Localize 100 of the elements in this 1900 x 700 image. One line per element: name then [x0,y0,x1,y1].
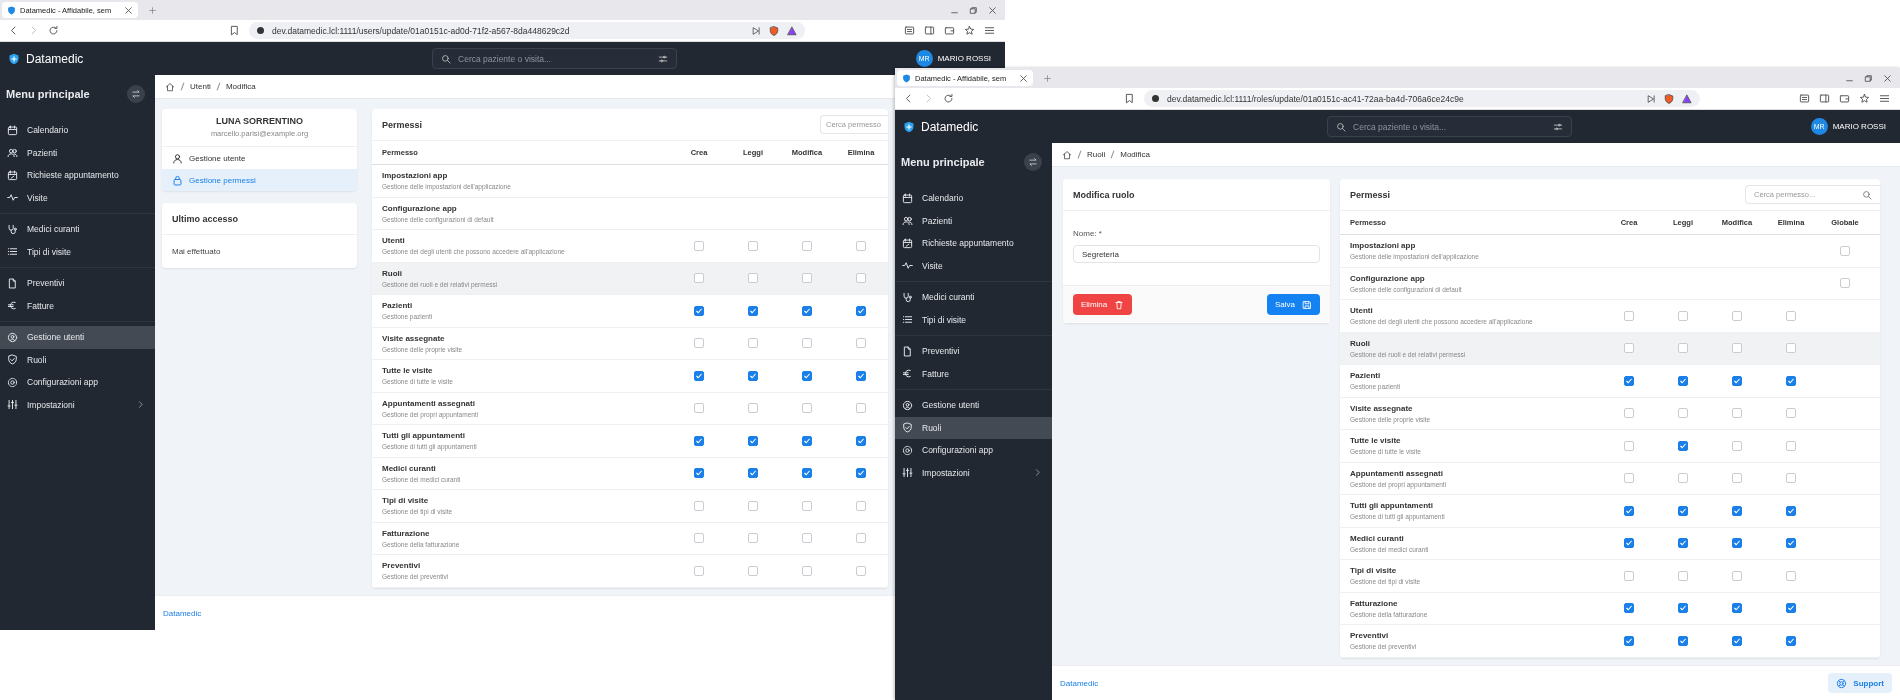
close-icon[interactable] [124,5,133,15]
checkbox[interactable] [1678,375,1688,386]
checkbox[interactable] [1678,343,1688,354]
wallet-icon[interactable] [1839,93,1850,104]
close-icon[interactable] [1019,73,1028,83]
reload-icon[interactable] [48,25,59,36]
checkbox[interactable] [1732,408,1742,419]
checkbox[interactable] [856,468,866,479]
menu-icon[interactable] [984,25,995,36]
checkbox[interactable] [856,370,866,381]
toggle-button[interactable] [127,85,145,103]
triangle-icon[interactable] [787,25,797,36]
checkbox[interactable] [1678,408,1688,419]
breadcrumb-link[interactable]: Ruoli [1087,150,1106,159]
checkbox[interactable] [856,240,866,251]
play-icon[interactable] [1646,93,1656,104]
sidebar-item[interactable]: Configurazioni app [0,371,155,394]
search-field[interactable]: Cerca paziente o visita... [432,48,677,69]
sidebar-item[interactable]: Calendario [0,119,155,142]
profile-menu-item[interactable]: Gestione permessi [162,169,357,191]
checkbox[interactable] [1786,538,1796,549]
reload-icon[interactable] [943,93,954,104]
checkbox[interactable] [802,370,812,381]
checkbox[interactable] [802,403,812,414]
checkbox[interactable] [1624,473,1634,484]
address-bar[interactable]: dev.datamedic.lcl:1111/users/update/01a0151c-ad0d-71f2-a567-8da448629c2d [249,22,805,39]
reader-icon[interactable] [904,25,915,36]
checkbox[interactable] [748,305,758,316]
checkbox[interactable] [1786,408,1796,419]
triangle-icon[interactable] [1682,93,1692,104]
checkbox[interactable] [1786,310,1796,321]
checkbox[interactable] [802,240,812,251]
breadcrumb-link[interactable]: Modifica [225,82,256,91]
home-icon[interactable] [165,81,175,92]
checkbox[interactable] [1678,603,1688,614]
sidebar-item[interactable]: Richieste appuntamento [895,232,1052,255]
checkbox[interactable] [748,565,758,576]
checkbox[interactable] [1624,375,1634,386]
checkbox[interactable] [694,533,704,544]
reader-icon[interactable] [1799,93,1810,104]
checkbox[interactable] [1732,570,1742,581]
checkbox[interactable] [1678,635,1688,646]
close-icon[interactable] [1883,73,1892,83]
sidebar-item[interactable]: Ruoli [0,348,155,371]
info-icon[interactable] [1152,95,1159,102]
checkbox[interactable] [1786,440,1796,451]
checkbox[interactable] [1624,538,1634,549]
save-button[interactable]: Salva [1267,294,1320,315]
close-icon[interactable] [988,5,997,15]
checkbox[interactable] [856,273,866,284]
checkbox[interactable] [802,500,812,511]
checkbox[interactable] [1732,473,1742,484]
name-field[interactable]: Segreteria [1073,245,1320,263]
shield-icon[interactable] [1664,93,1674,104]
star-icon[interactable] [1859,93,1870,104]
checkbox[interactable] [694,305,704,316]
checkbox[interactable] [748,435,758,446]
home-icon[interactable] [1062,149,1072,160]
sidebar-item[interactable]: Tipi di visite [0,240,155,263]
checkbox[interactable] [694,273,704,284]
checkbox[interactable] [802,533,812,544]
checkbox[interactable] [748,468,758,479]
checkbox[interactable] [1732,635,1742,646]
user-name[interactable]: MARIO ROSSI [1832,122,1886,131]
bookmark-icon[interactable] [229,25,240,36]
sidebar-item[interactable]: Visite [895,254,1052,277]
checkbox[interactable] [802,468,812,479]
play-icon[interactable] [751,25,761,36]
checkbox[interactable] [1786,375,1796,386]
maximize-icon[interactable] [1864,73,1873,83]
checkbox[interactable] [856,500,866,511]
sidebar-item[interactable]: Tipi di visite [895,308,1052,331]
checkbox[interactable] [748,500,758,511]
sidebar-item[interactable]: Richieste appuntamento [0,164,155,187]
shield-icon[interactable] [769,25,779,36]
sidebar-item[interactable]: Pazienti [0,141,155,164]
checkbox[interactable] [694,500,704,511]
footer-link[interactable]: Datamedic [163,608,202,618]
checkbox[interactable] [748,370,758,381]
filter-icon[interactable] [658,53,668,64]
checkbox[interactable] [856,565,866,576]
checkbox[interactable] [1786,473,1796,484]
checkbox[interactable] [1732,343,1742,354]
checkbox[interactable] [1786,603,1796,614]
checkbox[interactable] [802,273,812,284]
checkbox[interactable] [1624,505,1634,516]
checkbox[interactable] [694,468,704,479]
sidebar-icon[interactable] [1819,93,1830,104]
checkbox[interactable] [1678,538,1688,549]
checkbox[interactable] [1624,635,1634,646]
checkbox[interactable] [748,403,758,414]
checkbox[interactable] [1732,603,1742,614]
sidebar-item[interactable]: Visite [0,186,155,209]
new-tab-icon[interactable] [1043,73,1052,83]
footer-link[interactable]: Datamedic [1060,678,1099,688]
checkbox[interactable] [856,305,866,316]
checkbox[interactable] [748,240,758,251]
sidebar-item[interactable]: Preventivi [0,272,155,295]
checkbox[interactable] [856,533,866,544]
checkbox[interactable] [694,403,704,414]
